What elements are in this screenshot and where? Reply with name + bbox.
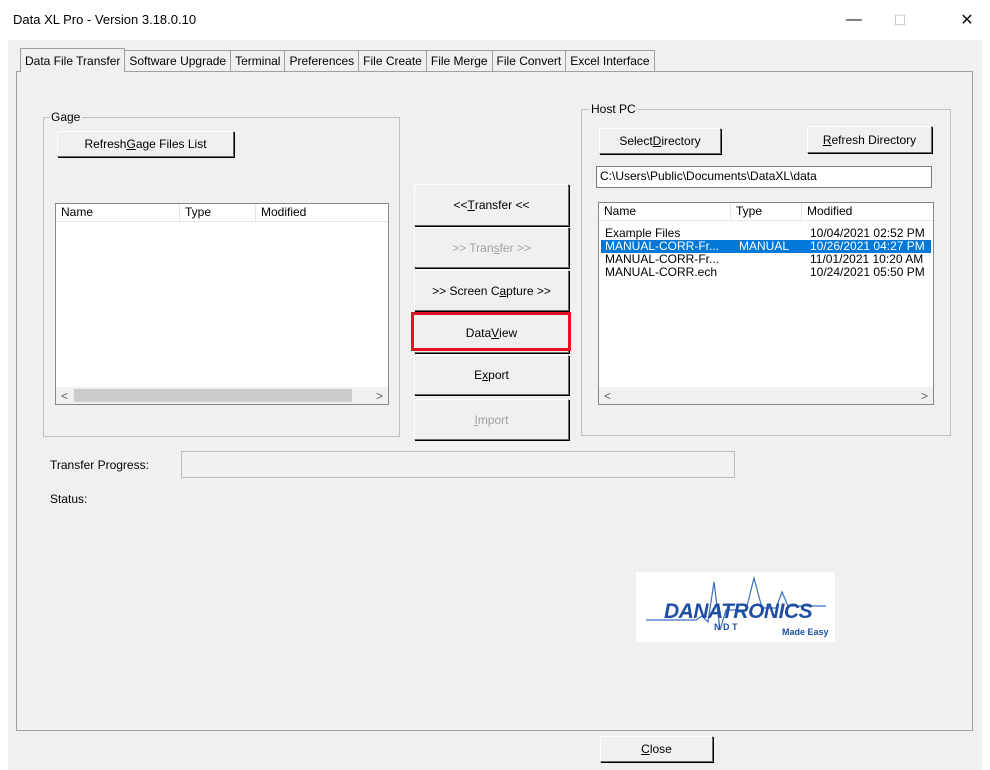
transfer-progress-label: Transfer Progress: — [50, 458, 149, 472]
close-window-button[interactable]: ✕ — [944, 4, 990, 36]
transfer-to-gage-label-pre: << — [453, 198, 468, 212]
gage-list-header: Name Type Modified — [56, 204, 388, 222]
danatronics-logo: DANATRONICS N D T Made Easy — [636, 572, 835, 642]
transfer-to-gage-label-accel: T — [467, 198, 475, 212]
data-view-button[interactable]: Data View — [414, 313, 569, 353]
refresh-gage-files-label-pre: Refresh — [84, 137, 127, 151]
status-label: Status: — [50, 492, 88, 506]
export-button[interactable]: Ex port — [414, 355, 569, 395]
logo-sub-madeeasy: Made Easy — [782, 627, 829, 637]
host-col-modified[interactable]: Modified — [802, 203, 933, 220]
gage-col-type[interactable]: Type — [180, 204, 256, 221]
gage-col-modified[interactable]: Modified — [256, 204, 388, 221]
select-directory-label-accel: D — [652, 134, 662, 148]
host-hscrollbar[interactable]: < > — [599, 387, 933, 404]
refresh-directory-button[interactable]: Refresh Directory — [807, 126, 932, 153]
transfer-progress-bar — [181, 451, 735, 478]
logo-sub-ndt: N D T — [714, 622, 738, 632]
title-bar: Data XL Pro - Version 3.18.0.10 — ☐ ✕ — [0, 0, 990, 40]
export-label-post: port — [488, 368, 509, 382]
list-item-name: MANUAL-CORR.ech — [605, 265, 718, 279]
select-directory-button[interactable]: Select Directory — [599, 128, 721, 154]
tab-file-merge[interactable]: File Merge — [425, 50, 493, 71]
data-view-label-pre: Data — [465, 326, 492, 340]
export-label-pre: E — [474, 368, 483, 382]
refresh-directory-label-accel: R — [822, 132, 832, 147]
select-directory-label-post: irectory — [661, 134, 701, 148]
screen-capture-label-pre: >> Screen C — [432, 283, 500, 298]
select-directory-label-pre: Select — [619, 134, 653, 148]
gage-file-list[interactable]: Name Type Modified < > — [55, 203, 389, 405]
list-item-type: MANUAL — [739, 239, 790, 253]
tab-preferences[interactable]: Preferences — [284, 50, 360, 71]
gage-hscrollbar[interactable]: < > — [56, 387, 388, 404]
screen-capture-label-post: pture >> — [506, 283, 551, 298]
data-view-label-accel: V — [491, 326, 500, 340]
scroll-right-icon[interactable]: > — [371, 387, 388, 404]
screen-capture-button[interactable]: >> Screen Ca pture >> — [414, 270, 569, 311]
gage-col-name[interactable]: Name — [56, 204, 180, 221]
transfer-to-pc-label-pre: >> Tran — [452, 240, 494, 255]
list-item[interactable]: MANUAL-CORR.ech 10/24/2021 05:50 PM — [601, 266, 931, 279]
logo-text: DANATRONICS — [664, 600, 813, 623]
refresh-gage-files-button[interactable]: Refresh Gage Files List — [57, 131, 234, 157]
tab-excel-interface[interactable]: Excel Interface — [565, 50, 655, 71]
transfer-to-pc-label-post: fer >> — [499, 240, 531, 255]
tab-software-upgrade[interactable]: Software Upgrade — [124, 50, 232, 71]
scroll-left-icon[interactable]: < — [599, 387, 616, 404]
scroll-thumb[interactable] — [74, 389, 352, 402]
list-item-modified: 10/24/2021 05:50 PM — [810, 265, 925, 279]
transfer-to-gage-button[interactable]: << Transfer << — [414, 184, 569, 226]
import-button[interactable]: Import — [414, 399, 569, 440]
minimize-button[interactable]: — — [831, 4, 877, 36]
tab-terminal[interactable]: Terminal — [230, 50, 286, 71]
screen-capture-label-accel: a — [499, 283, 507, 298]
refresh-directory-label-post: efresh Directory — [831, 132, 917, 147]
gage-group-label: Gage — [49, 110, 83, 124]
host-file-list[interactable]: Name Type Modified Example Files 10/04/2… — [598, 202, 934, 405]
tab-file-convert[interactable]: File Convert — [491, 50, 567, 71]
transfer-to-gage-label-post: ransfer << — [474, 198, 530, 212]
scroll-left-icon[interactable]: < — [56, 387, 73, 404]
import-label-post: mport — [477, 412, 509, 427]
maximize-button[interactable]: ☐ — [877, 4, 923, 36]
close-label-accel: C — [641, 742, 650, 756]
host-list-header: Name Type Modified — [599, 203, 933, 221]
host-col-name[interactable]: Name — [599, 203, 731, 220]
tab-data-file-transfer[interactable]: Data File Transfer — [20, 48, 126, 72]
scroll-right-icon[interactable]: > — [916, 387, 933, 404]
close-button[interactable]: Close — [600, 736, 713, 762]
tab-strip: Data File Transfer Software Upgrade Term… — [20, 48, 655, 72]
window-title: Data XL Pro - Version 3.18.0.10 — [13, 12, 197, 27]
transfer-to-pc-button[interactable]: >> Tran s fer >> — [414, 227, 569, 268]
refresh-gage-files-label-post: age Files List — [135, 137, 207, 151]
host-col-type[interactable]: Type — [731, 203, 802, 220]
tab-file-create[interactable]: File Create — [358, 50, 427, 71]
close-label-post: lose — [649, 742, 672, 756]
host-pc-group-label: Host PC — [589, 102, 638, 116]
refresh-gage-files-label-accel: G — [126, 137, 136, 151]
data-view-label-post: iew — [499, 326, 518, 340]
directory-path-field[interactable]: C:\Users\Public\Documents\DataXL\data — [596, 166, 932, 188]
